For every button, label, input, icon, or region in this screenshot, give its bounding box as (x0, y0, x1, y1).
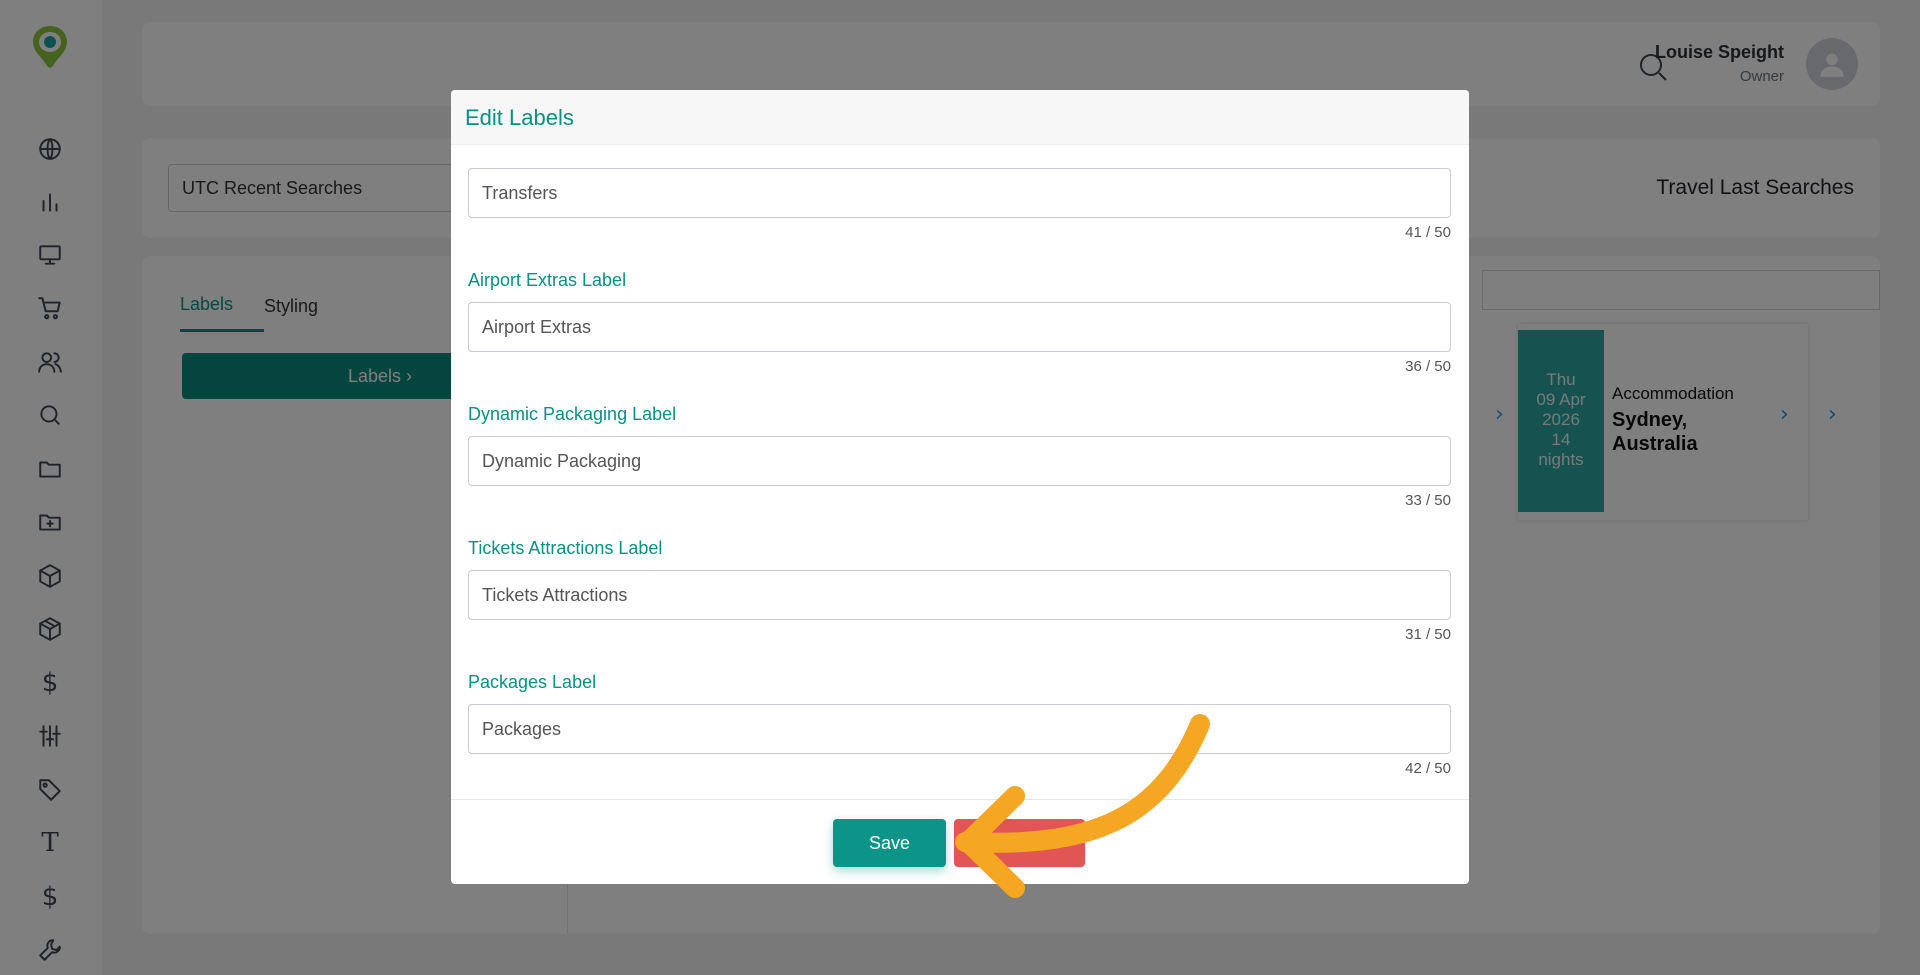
modal-title: Edit Labels (465, 105, 574, 130)
airport-extras-field-group: Airport Extras Label Airport Extras 36 /… (468, 270, 1451, 375)
edit-labels-modal: Edit Labels Transfers 41 / 50 Airport Ex… (451, 90, 1469, 884)
tickets-attractions-input[interactable]: Tickets Attractions (468, 570, 1451, 620)
modal-footer: Save (451, 799, 1469, 884)
character-count: 36 / 50 (1405, 358, 1451, 375)
character-count: 42 / 50 (1405, 760, 1451, 777)
field-label: Airport Extras Label (468, 270, 627, 290)
transfers-input[interactable]: Transfers (468, 168, 1451, 218)
packages-input[interactable]: Packages (468, 704, 1451, 754)
tickets-attractions-field-group: Tickets Attractions Label Tickets Attrac… (468, 538, 1451, 643)
character-count: 41 / 50 (1405, 224, 1451, 241)
character-count: 31 / 50 (1405, 626, 1451, 643)
dynamic-packaging-input[interactable]: Dynamic Packaging (468, 436, 1451, 486)
field-label: Dynamic Packaging Label (468, 404, 677, 424)
cancel-button[interactable] (954, 819, 1085, 867)
field-label: Packages Label (468, 672, 597, 692)
airport-extras-input[interactable]: Airport Extras (468, 302, 1451, 352)
character-count: 33 / 50 (1405, 492, 1451, 509)
save-button[interactable]: Save (833, 819, 946, 867)
field-label: Tickets Attractions Label (468, 538, 663, 558)
dynamic-packaging-field-group: Dynamic Packaging Label Dynamic Packagin… (468, 404, 1451, 509)
packages-field-group: Packages Label Packages 42 / 50 (468, 672, 1451, 777)
modal-header: Edit Labels (451, 90, 1469, 145)
